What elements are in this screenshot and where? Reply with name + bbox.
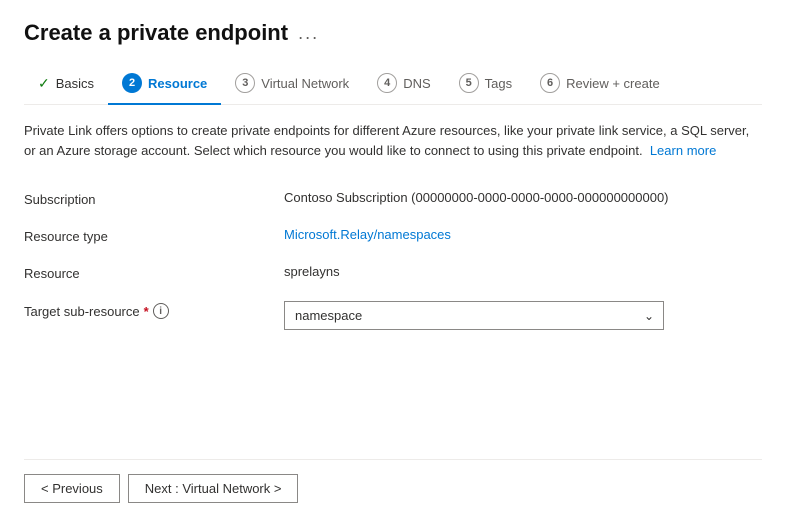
learn-more-link[interactable]: Learn more — [650, 143, 716, 158]
subscription-label: Subscription — [24, 190, 284, 207]
subscription-row: Subscription Contoso Subscription (00000… — [24, 180, 762, 217]
previous-button[interactable]: < Previous — [24, 474, 120, 503]
step-dns[interactable]: 4 DNS — [363, 65, 444, 105]
step-resource-label: Resource — [148, 76, 207, 91]
required-indicator: * — [144, 304, 149, 319]
next-virtual-network-button[interactable]: Next : Virtual Network > — [128, 474, 299, 503]
page-title: Create a private endpoint — [24, 20, 288, 46]
step-tags[interactable]: 5 Tags — [445, 65, 526, 105]
step-vnet-number: 3 — [235, 73, 255, 93]
footer: < Previous Next : Virtual Network > — [24, 459, 762, 517]
step-basics[interactable]: ✓ Basics — [24, 67, 108, 104]
check-icon: ✓ — [38, 75, 50, 92]
step-tags-number: 5 — [459, 73, 479, 93]
subscription-value: Contoso Subscription (00000000-0000-0000… — [284, 190, 762, 205]
info-icon[interactable]: i — [153, 303, 169, 319]
step-resource-number: 2 — [122, 73, 142, 93]
step-resource[interactable]: 2 Resource — [108, 65, 221, 105]
target-sub-resource-row: Target sub-resource * i namespace ⌄ — [24, 291, 762, 340]
resource-row: Resource sprelayns — [24, 254, 762, 291]
target-sub-resource-label: Target sub-resource * i — [24, 301, 284, 319]
info-text: Private Link offers options to create pr… — [24, 121, 762, 160]
resource-type-value: Microsoft.Relay/namespaces — [284, 227, 762, 242]
step-review-create-label: Review + create — [566, 76, 660, 91]
resource-type-row: Resource type Microsoft.Relay/namespaces — [24, 217, 762, 254]
step-tags-label: Tags — [485, 76, 512, 91]
step-review-create[interactable]: 6 Review + create — [526, 65, 674, 105]
step-vnet-label: Virtual Network — [261, 76, 349, 91]
content-area: Private Link offers options to create pr… — [24, 121, 762, 459]
resource-label: Resource — [24, 264, 284, 281]
target-sub-resource-select[interactable]: namespace — [284, 301, 664, 330]
step-basics-label: Basics — [56, 76, 94, 91]
target-sub-resource-field[interactable]: namespace ⌄ — [284, 301, 762, 330]
step-review-number: 6 — [540, 73, 560, 93]
step-virtual-network[interactable]: 3 Virtual Network — [221, 65, 363, 105]
step-dns-label: DNS — [403, 76, 430, 91]
steps-bar: ✓ Basics 2 Resource 3 Virtual Network 4 … — [24, 64, 762, 105]
resource-value: sprelayns — [284, 264, 762, 279]
step-dns-number: 4 — [377, 73, 397, 93]
resource-type-label: Resource type — [24, 227, 284, 244]
ellipsis-menu[interactable]: ... — [298, 23, 319, 44]
target-sub-resource-dropdown[interactable]: namespace ⌄ — [284, 301, 664, 330]
